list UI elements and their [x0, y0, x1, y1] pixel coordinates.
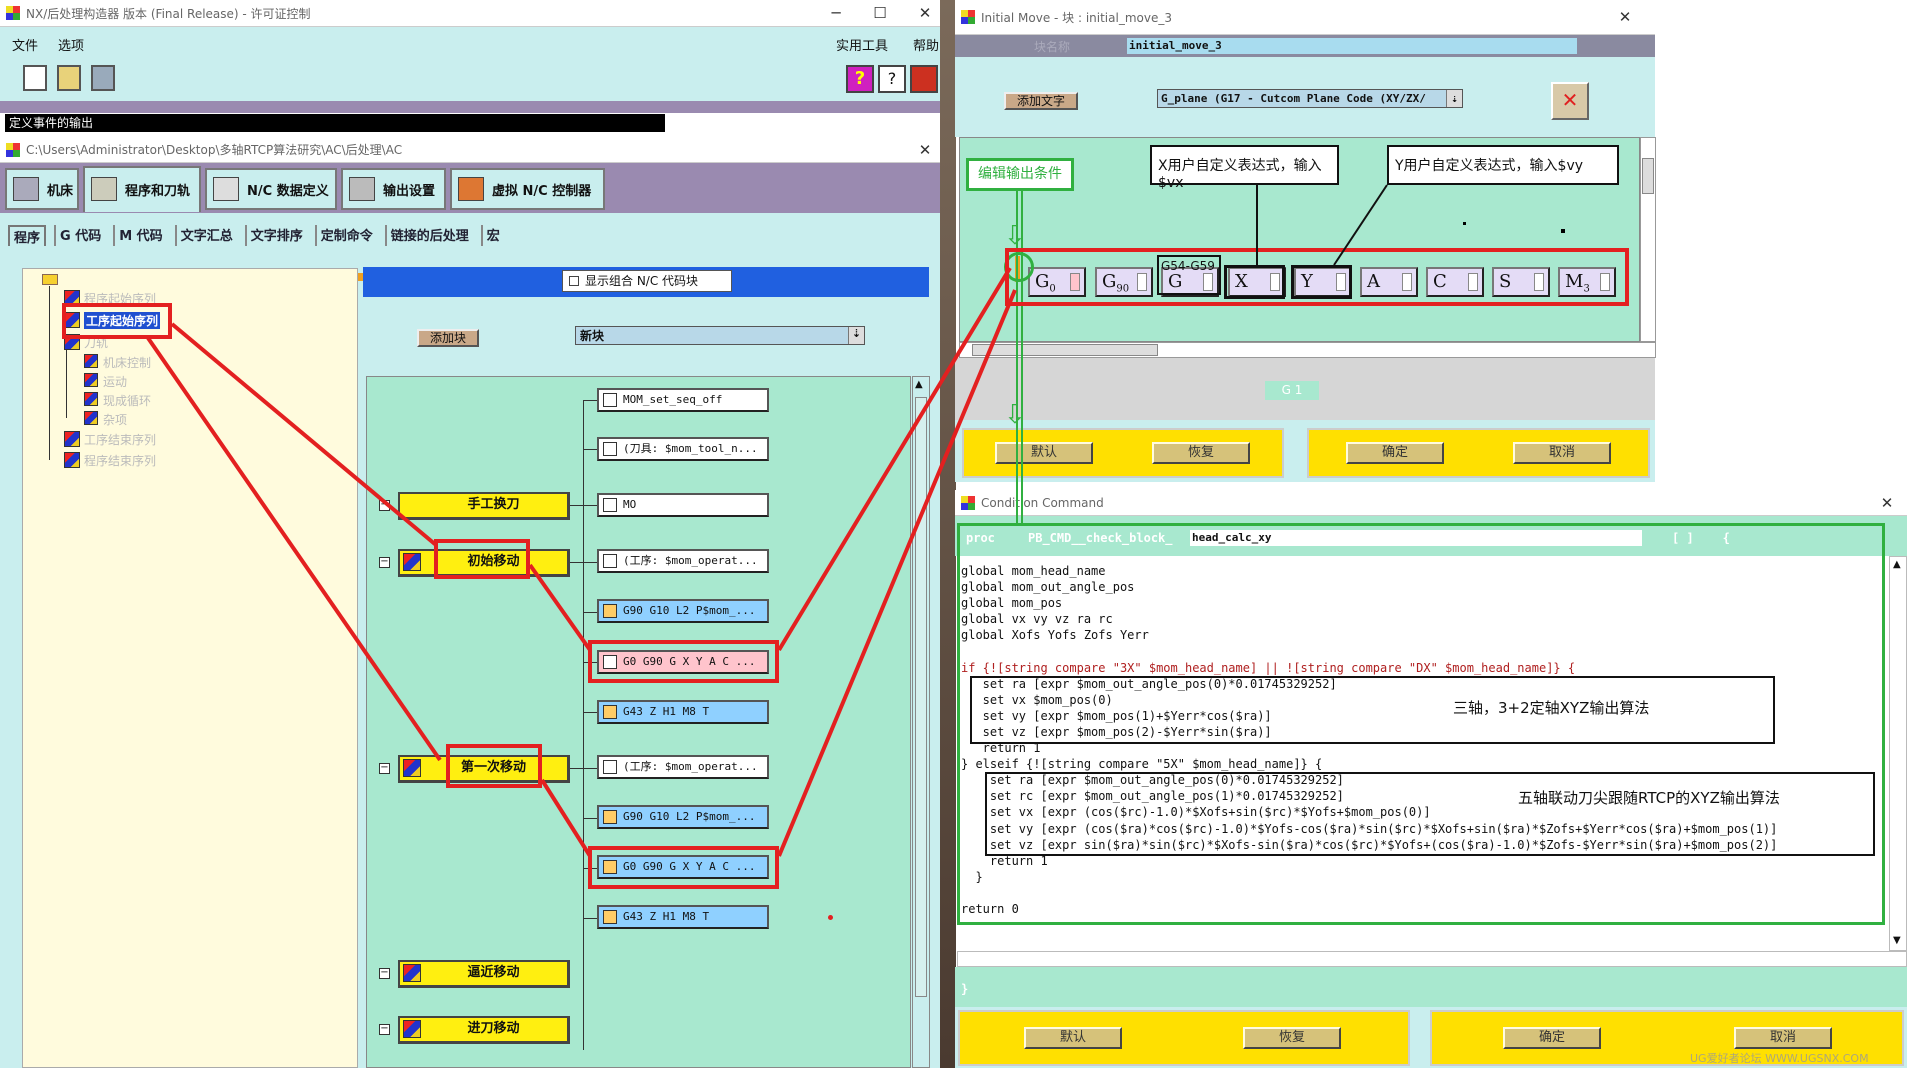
- annotation-lines: [146, 184, 1388, 858]
